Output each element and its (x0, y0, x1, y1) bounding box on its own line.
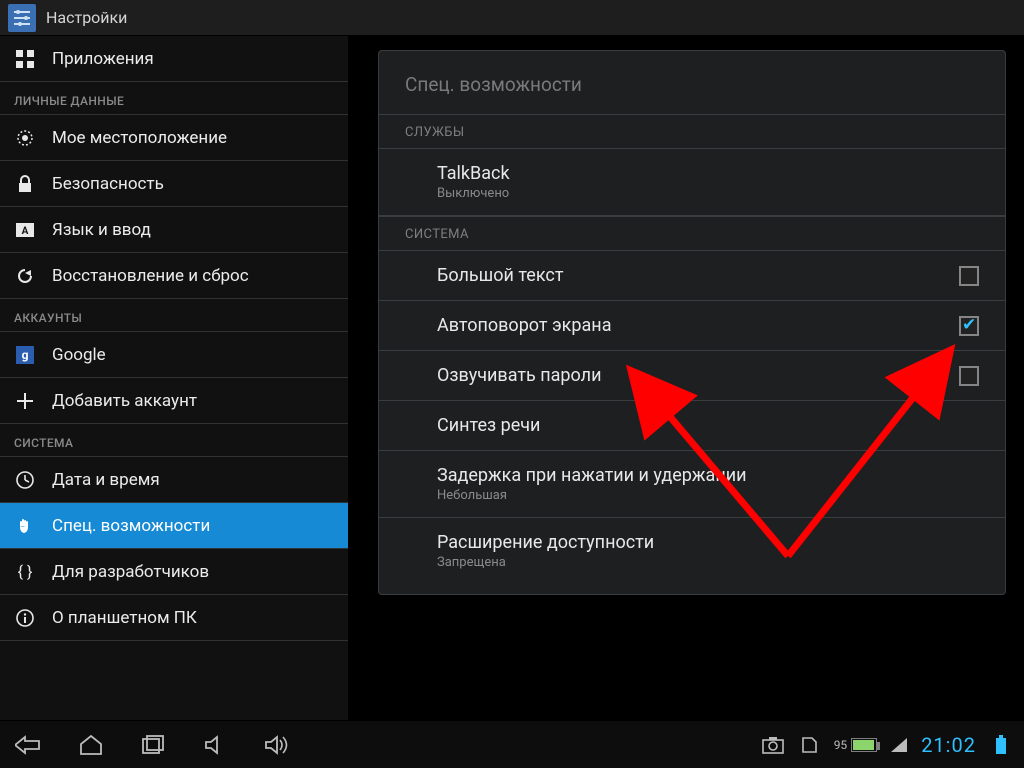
row-label: Озвучивать пароли (437, 365, 959, 386)
sd-card-icon (798, 734, 820, 756)
recents-button[interactable] (136, 728, 170, 762)
row-talkback[interactable]: TalkBack Выключено (379, 149, 1005, 216)
refresh-icon (14, 267, 36, 285)
checkbox-large-text[interactable] (959, 266, 979, 286)
hand-icon (14, 517, 36, 535)
battery-pct: 95 (834, 738, 848, 752)
action-bar: Настройки (0, 0, 1024, 36)
sidebar-item-developer[interactable]: { } Для разработчиков (0, 549, 348, 595)
clock: 21:02 (921, 733, 976, 757)
sidebar-item-label: Google (52, 345, 106, 365)
sidebar-item-add-account[interactable]: Добавить аккаунт (0, 378, 348, 424)
row-speak-passwords[interactable]: Озвучивать пароли (379, 351, 1005, 401)
checkbox-speak-passwords[interactable] (959, 366, 979, 386)
system-navbar: 95 21:02 (0, 720, 1024, 768)
row-label: Большой текст (437, 265, 959, 286)
sidebar-item-label: Для разработчиков (52, 562, 209, 582)
sidebar-section-personal: ЛИЧНЫЕ ДАННЫЕ (0, 82, 348, 115)
clock-icon (14, 471, 36, 489)
battery-icon (851, 738, 877, 752)
sidebar-item-label: Приложения (52, 49, 154, 69)
group-services: СЛУЖБЫ (379, 114, 1005, 149)
page-title: Настройки (46, 8, 127, 27)
accessibility-panel: Спец. возможности СЛУЖБЫ TalkBack Выключ… (378, 50, 1006, 595)
sidebar-item-label: Мое местоположение (52, 128, 227, 148)
sidebar-item-label: Восстановление и сброс (52, 266, 249, 286)
back-button[interactable] (12, 728, 46, 762)
row-accessibility-extension[interactable]: Расширение доступности Запрещена (379, 518, 1005, 584)
sidebar-item-label: Добавить аккаунт (52, 391, 197, 411)
sidebar-item-datetime[interactable]: Дата и время (0, 457, 348, 503)
panel-title: Спец. возможности (379, 51, 1005, 114)
braces-icon: { } (14, 562, 36, 581)
svg-text:A: A (22, 226, 29, 237)
sidebar-item-label: Безопасность (52, 174, 164, 194)
location-icon (14, 129, 36, 147)
plus-icon (14, 393, 36, 409)
lock-icon (14, 175, 36, 193)
group-system: СИСТЕМА (379, 216, 1005, 251)
sidebar-item-label: О планшетном ПК (52, 608, 197, 628)
sidebar-item-about[interactable]: О планшетном ПК (0, 595, 348, 641)
sidebar-item-google[interactable]: g Google (0, 332, 348, 378)
home-button[interactable] (74, 728, 108, 762)
volume-up-button[interactable] (260, 728, 294, 762)
volume-down-button[interactable] (198, 728, 232, 762)
sidebar-item-label: Дата и время (52, 470, 160, 490)
row-tts[interactable]: Синтез речи (379, 401, 1005, 451)
row-auto-rotate[interactable]: Автоповорот экрана (379, 301, 1005, 351)
row-label: Синтез речи (437, 415, 979, 436)
info-icon (14, 609, 36, 627)
google-icon: g (14, 346, 36, 364)
signal-icon (891, 738, 907, 752)
settings-content: Спец. возможности СЛУЖБЫ TalkBack Выключ… (348, 36, 1024, 720)
sidebar-item-label: Язык и ввод (52, 220, 151, 240)
sidebar-item-apps[interactable]: Приложения (0, 36, 348, 82)
apps-icon (14, 50, 36, 68)
row-sublabel: Выключено (437, 186, 979, 201)
sidebar-section-system: СИСТЕМА (0, 424, 348, 457)
settings-icon (8, 4, 36, 32)
battery-indicator: 95 (834, 738, 878, 752)
row-sublabel: Запрещена (437, 555, 979, 570)
settings-sidebar: Приложения ЛИЧНЫЕ ДАННЫЕ Мое местоположе… (0, 36, 348, 720)
checkbox-auto-rotate[interactable] (959, 316, 979, 336)
row-label: Расширение доступности (437, 532, 979, 553)
sidebar-item-label: Спец. возможности (52, 516, 210, 536)
sidebar-section-accounts: АККАУНТЫ (0, 299, 348, 332)
battery-portrait-icon (990, 734, 1012, 756)
row-touch-hold-delay[interactable]: Задержка при нажатии и удержании Небольш… (379, 451, 1005, 518)
row-large-text[interactable]: Большой текст (379, 251, 1005, 301)
row-label: Задержка при нажатии и удержании (437, 465, 979, 486)
sidebar-item-location[interactable]: Мое местоположение (0, 115, 348, 161)
row-label: Автоповорот экрана (437, 315, 959, 336)
row-sublabel: Небольшая (437, 488, 979, 503)
row-label: TalkBack (437, 163, 979, 184)
sidebar-item-language[interactable]: A Язык и ввод (0, 207, 348, 253)
sidebar-item-backup-reset[interactable]: Восстановление и сброс (0, 253, 348, 299)
sidebar-item-security[interactable]: Безопасность (0, 161, 348, 207)
keyboard-icon: A (14, 223, 36, 237)
sidebar-item-accessibility[interactable]: Спец. возможности (0, 503, 348, 549)
screenshot-icon[interactable] (762, 734, 784, 756)
